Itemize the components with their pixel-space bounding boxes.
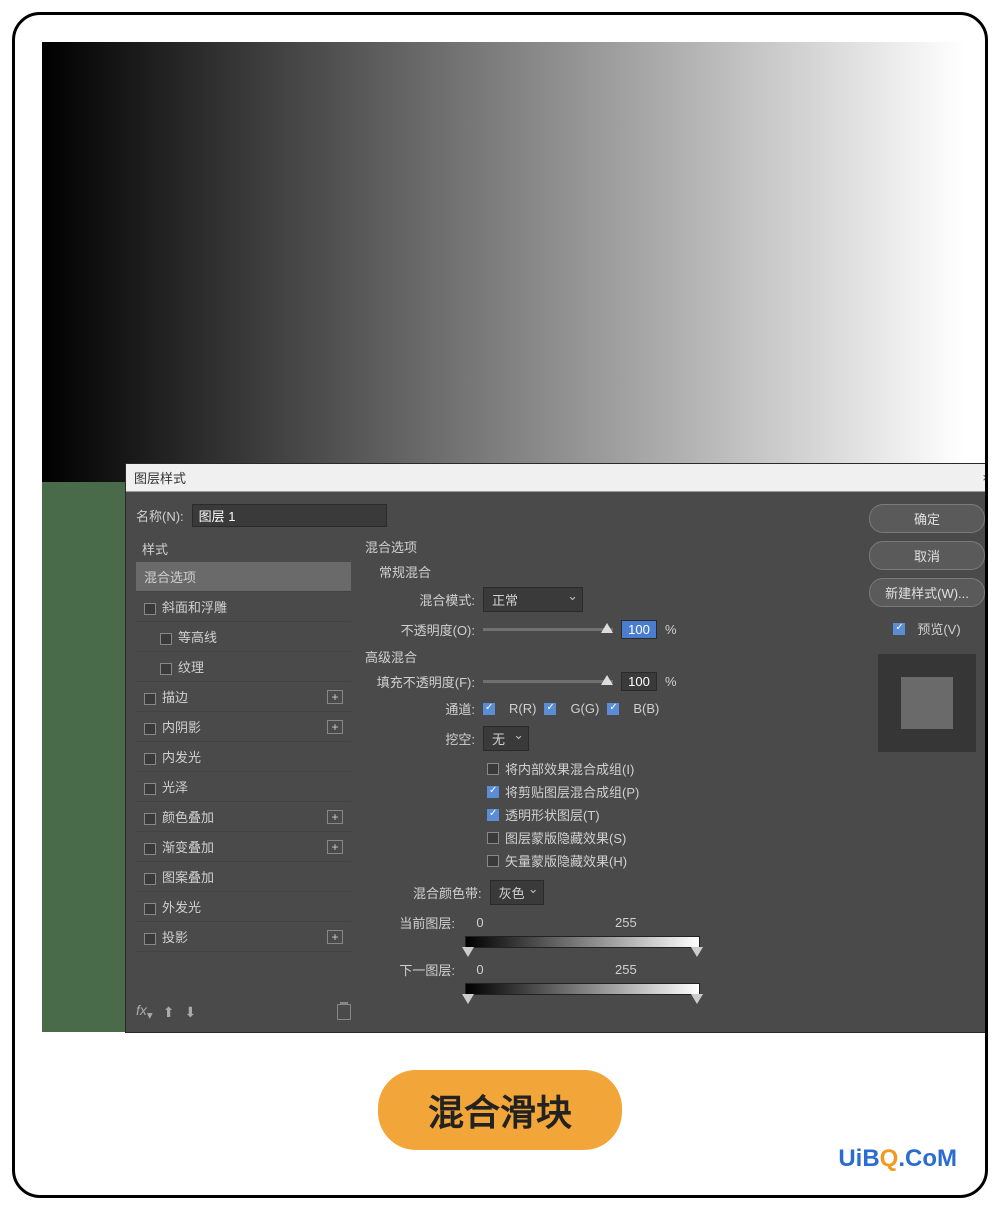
channel-r-checkbox[interactable] — [483, 703, 495, 715]
style-item-label: 渐变叠加 — [162, 840, 214, 855]
style-item[interactable]: 混合选项 — [136, 562, 351, 592]
styles-header: 样式 — [136, 535, 351, 562]
style-item-label: 内发光 — [162, 750, 201, 765]
style-item-label: 描边 — [162, 690, 188, 705]
checkbox-icon — [144, 753, 156, 765]
style-item[interactable]: 图案叠加 — [136, 862, 351, 892]
style-item-label: 内阴影 — [162, 720, 201, 735]
close-icon[interactable]: × — [976, 470, 988, 485]
blending-options-panel: 混合选项 常规混合 混合模式: 正常 不透明度(O): 100 % 高级混合 填… — [365, 535, 763, 1007]
fill-opacity-slider[interactable] — [483, 680, 613, 683]
gradient-preview — [42, 42, 964, 482]
fx-icon[interactable]: fx▾ — [136, 1002, 153, 1022]
style-item[interactable]: 内发光 — [136, 742, 351, 772]
checkbox-icon — [144, 903, 156, 915]
style-item-label: 图案叠加 — [162, 870, 214, 885]
ok-button[interactable]: 确定 — [869, 504, 985, 533]
caption-pill: 混合滑块 — [378, 1070, 622, 1150]
section-title: 混合选项 — [365, 537, 763, 556]
arrow-down-icon[interactable]: ⬇ — [184, 1004, 196, 1021]
opt-clip-layers[interactable]: 将剪贴图层混合成组(P) — [487, 782, 763, 801]
checkbox-icon — [144, 873, 156, 885]
advanced-blending-title: 高级混合 — [365, 647, 763, 666]
this-layer-slider[interactable] — [465, 936, 700, 948]
style-item-label: 斜面和浮雕 — [162, 600, 227, 615]
plus-icon[interactable]: + — [327, 930, 343, 944]
fx-toolbar: fx▾ ⬆ ⬇ — [136, 1002, 351, 1022]
style-item-label: 颜色叠加 — [162, 810, 214, 825]
blend-mode-label: 混合模式: — [365, 590, 475, 609]
style-item[interactable]: 描边 + — [136, 682, 351, 712]
channel-label: 通道: — [365, 699, 475, 718]
plus-icon[interactable]: + — [327, 840, 343, 854]
blend-if-label: 混合颜色带: — [413, 883, 482, 902]
opacity-slider[interactable] — [483, 628, 613, 631]
checkbox-icon — [893, 623, 905, 635]
name-label: 名称(N): — [136, 506, 184, 525]
channel-g-checkbox[interactable] — [544, 703, 556, 715]
style-item[interactable]: 光泽 — [136, 772, 351, 802]
fill-opacity-label: 填充不透明度(F): — [365, 672, 475, 691]
layer-style-dialog: 图层样式 × 名称(N): 确定 取消 新建样式(W)... 预览(V) 样式 … — [125, 463, 988, 1033]
this-layer-label: 当前图层: — [365, 913, 455, 932]
style-item[interactable]: 外发光 — [136, 892, 351, 922]
plus-icon[interactable]: + — [327, 720, 343, 734]
general-blending-title: 常规混合 — [379, 562, 763, 581]
under-layer-slider[interactable] — [465, 983, 700, 995]
checkbox-icon — [160, 663, 172, 675]
style-item-label: 外发光 — [162, 900, 201, 915]
styles-list: 样式 混合选项斜面和浮雕等高线纹理描边 + 内阴影 + 内发光光泽颜色叠加 + 渐变叠加 + 图… — [136, 535, 351, 1007]
style-item[interactable]: 渐变叠加 + — [136, 832, 351, 862]
style-item-label: 投影 — [162, 930, 188, 945]
titlebar: 图层样式 × — [126, 464, 988, 492]
arrow-up-icon[interactable]: ⬆ — [163, 1004, 175, 1021]
preview-swatch — [878, 654, 976, 752]
channel-b-checkbox[interactable] — [607, 703, 619, 715]
blend-mode-select[interactable]: 正常 — [483, 587, 583, 612]
checkbox-icon — [144, 603, 156, 615]
under-layer-label: 下一图层: — [365, 960, 455, 979]
opacity-label: 不透明度(O): — [365, 620, 475, 639]
name-input[interactable] — [192, 504, 387, 527]
checkbox-icon — [144, 933, 156, 945]
opacity-input[interactable]: 100 — [621, 620, 657, 639]
style-item[interactable]: 投影 + — [136, 922, 351, 952]
style-item[interactable]: 内阴影 + — [136, 712, 351, 742]
opt-vector-mask[interactable]: 矢量蒙版隐藏效果(H) — [487, 851, 763, 870]
checkbox-icon — [144, 843, 156, 855]
dialog-title: 图层样式 — [134, 468, 186, 487]
style-item[interactable]: 斜面和浮雕 — [136, 592, 351, 622]
knockout-select[interactable]: 无 — [483, 726, 529, 751]
knockout-label: 挖空: — [365, 729, 475, 748]
plus-icon[interactable]: + — [327, 810, 343, 824]
cancel-button[interactable]: 取消 — [869, 541, 985, 570]
style-item-label: 混合选项 — [144, 570, 196, 585]
preview-checkbox[interactable]: 预览(V) — [893, 619, 960, 638]
blend-if-select[interactable]: 灰色 — [490, 880, 544, 905]
fill-opacity-input[interactable]: 100 — [621, 672, 657, 691]
checkbox-icon — [144, 693, 156, 705]
style-item-label: 光泽 — [162, 780, 188, 795]
style-item[interactable]: 等高线 — [136, 622, 351, 652]
checkbox-icon — [160, 633, 172, 645]
new-style-button[interactable]: 新建样式(W)... — [869, 578, 985, 607]
opt-trans-shape[interactable]: 透明形状图层(T) — [487, 805, 763, 824]
opt-layer-mask[interactable]: 图层蒙版隐藏效果(S) — [487, 828, 763, 847]
style-item[interactable]: 颜色叠加 + — [136, 802, 351, 832]
watermark: UiBQ.CoM — [838, 1145, 957, 1173]
style-item[interactable]: 纹理 — [136, 652, 351, 682]
trash-icon[interactable] — [337, 1004, 351, 1020]
style-item-label: 纹理 — [178, 660, 204, 675]
style-item-label: 等高线 — [178, 630, 217, 645]
plus-icon[interactable]: + — [327, 690, 343, 704]
opt-inner-effects[interactable]: 将内部效果混合成组(I) — [487, 759, 763, 778]
checkbox-icon — [144, 783, 156, 795]
canvas-area — [42, 42, 964, 482]
checkbox-icon — [144, 723, 156, 735]
checkbox-icon — [144, 813, 156, 825]
